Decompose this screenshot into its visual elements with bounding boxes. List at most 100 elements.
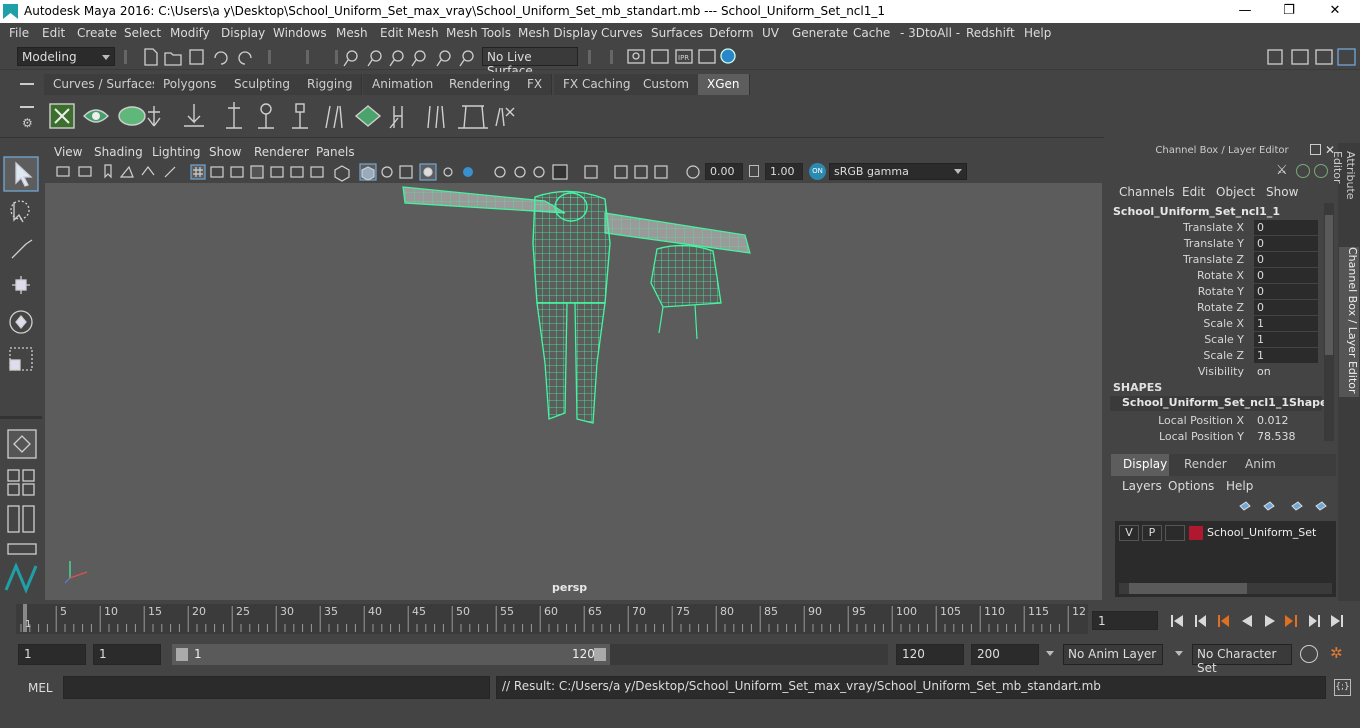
script-language-label[interactable]: MEL xyxy=(28,681,53,695)
show-menu[interactable]: Show xyxy=(1266,185,1298,199)
menu-display[interactable]: Display xyxy=(221,26,265,40)
minimize-button[interactable]: — xyxy=(1230,2,1260,20)
channel-row[interactable]: Translate Z 0 xyxy=(1106,252,1322,268)
layer-playback-toggle[interactable]: P xyxy=(1142,525,1162,541)
command-input[interactable] xyxy=(63,676,490,699)
channel-value[interactable]: 1 xyxy=(1254,348,1318,363)
layer-color-swatch[interactable] xyxy=(1189,526,1203,540)
script-editor-icon[interactable]: {;} xyxy=(1334,679,1351,696)
channel-box-tools-icon[interactable]: ⚔ xyxy=(1276,163,1288,178)
menu-edit[interactable]: Edit xyxy=(42,26,65,40)
tab-polygons[interactable]: Polygons xyxy=(154,74,227,95)
tab-channel-box[interactable]: Channel Box / Layer Editor xyxy=(1339,247,1359,397)
menu-file[interactable]: File xyxy=(9,26,29,40)
shelf-menu-icon[interactable] xyxy=(20,77,34,91)
shape-channel-row[interactable]: Local Position Y 78.538 xyxy=(1106,429,1322,445)
menu-mesh[interactable]: Mesh xyxy=(336,26,368,40)
scene-start-field[interactable]: 1 xyxy=(18,644,86,665)
tab-display[interactable]: Display xyxy=(1111,454,1169,476)
menu-windows[interactable]: Windows xyxy=(273,26,327,40)
channel-value[interactable]: 0.012 xyxy=(1254,413,1318,428)
tab-animation[interactable]: Animation xyxy=(363,74,444,95)
menu-create[interactable]: Create xyxy=(77,26,117,40)
viewport-menu-shading[interactable]: Shading xyxy=(94,145,143,159)
channel-row[interactable]: Scale Y 1 xyxy=(1106,332,1322,348)
float-panel-icon[interactable] xyxy=(1310,144,1321,155)
perspective-viewport[interactable]: persp xyxy=(45,183,1102,600)
menu-deform[interactable]: Deform xyxy=(709,26,754,40)
time-slider[interactable]: 5 10 15 20 25 30 35 40 45 50 55 60 65 70 75 80 85 90 95 100… xyxy=(0,604,1360,636)
channel-value[interactable]: 78.538 xyxy=(1254,429,1318,444)
manipulator-icon[interactable] xyxy=(1296,164,1310,178)
time-slider-track[interactable]: 5 10 15 20 25 30 35 40 45 50 55 60 65 70 75 80 85 90 95 100… xyxy=(16,604,1088,634)
channel-value[interactable]: 1 xyxy=(1254,332,1318,347)
menu-redshift[interactable]: Redshift xyxy=(966,26,1015,40)
anim-layer-dropdown[interactable]: No Anim Layer xyxy=(1063,644,1163,665)
channel-row[interactable]: Scale Z 1 xyxy=(1106,348,1322,364)
object-menu[interactable]: Object xyxy=(1216,185,1255,199)
gamma-icon[interactable] xyxy=(749,165,759,177)
menu-3dtoall[interactable]: - 3DtoAll - xyxy=(900,26,960,40)
menu-curves[interactable]: Curves xyxy=(601,26,643,40)
maximize-button[interactable]: ❐ xyxy=(1274,2,1304,20)
shelf-collapse-icon[interactable] xyxy=(20,100,34,114)
menu-mesh-display[interactable]: Mesh Display xyxy=(518,26,598,40)
menu-select[interactable]: Select xyxy=(124,26,161,40)
layer-visibility-toggle[interactable]: V xyxy=(1119,525,1139,541)
tab-fx[interactable]: FX xyxy=(518,74,553,95)
range-end-handle[interactable] xyxy=(594,648,606,661)
range-slider-track[interactable] xyxy=(610,644,888,665)
auto-key-icon[interactable] xyxy=(1300,645,1318,663)
menu-generate[interactable]: Generate xyxy=(792,26,848,40)
tab-xgen[interactable]: XGen xyxy=(698,74,750,95)
uniform-model[interactable] xyxy=(402,186,751,424)
help-menu[interactable]: Help xyxy=(1226,479,1253,493)
chevron-down-icon[interactable] xyxy=(1046,651,1054,656)
channel-row[interactable]: Rotate Z 0 xyxy=(1106,300,1322,316)
viewport-menu-lighting[interactable]: Lighting xyxy=(152,145,201,159)
current-frame-field[interactable]: 1 xyxy=(1092,611,1158,630)
scene-end-field[interactable]: 200 xyxy=(971,644,1039,665)
viewport-menu-view[interactable]: View xyxy=(54,145,82,159)
channel-row[interactable]: Rotate X 0 xyxy=(1106,268,1322,284)
menu-mesh-tools[interactable]: Mesh Tools xyxy=(446,26,511,40)
menu-surfaces[interactable]: Surfaces xyxy=(651,26,703,40)
menu-help[interactable]: Help xyxy=(1024,26,1051,40)
range-slider[interactable]: 1 120 xyxy=(172,644,610,665)
tab-rigging[interactable]: Rigging xyxy=(298,74,363,95)
options-menu[interactable]: Options xyxy=(1168,479,1214,493)
channel-value[interactable]: 0 xyxy=(1254,300,1318,315)
channel-value[interactable]: 0 xyxy=(1254,236,1318,251)
exposure-field[interactable]: 0.00 xyxy=(705,163,743,180)
tab-fx-caching[interactable]: FX Caching xyxy=(554,74,641,95)
tab-attribute-editor[interactable]: Attribute Editor xyxy=(1331,151,1357,231)
animation-preferences-icon[interactable]: ✲ xyxy=(1330,644,1343,662)
playback-end-field[interactable]: 120 xyxy=(896,644,964,665)
menu-edit-mesh[interactable]: Edit Mesh xyxy=(380,26,439,40)
tab-rendering[interactable]: Rendering xyxy=(440,74,521,95)
viewport-menu-renderer[interactable]: Renderer xyxy=(254,145,309,159)
tab-curves-surfaces[interactable]: Curves / Surfaces xyxy=(44,74,169,95)
channel-row[interactable]: Translate X 0 xyxy=(1106,220,1322,236)
channel-row[interactable]: Rotate Y 0 xyxy=(1106,284,1322,300)
channel-box-scrollbar[interactable] xyxy=(1324,203,1334,441)
viewport-menu-panels[interactable]: Panels xyxy=(316,145,355,159)
menu-uv[interactable]: UV xyxy=(762,26,779,40)
tab-anim[interactable]: Anim xyxy=(1245,457,1276,471)
shape-channel-row[interactable]: Local Position X 0.012 xyxy=(1106,413,1322,429)
layer-name[interactable]: School_Uniform_Set xyxy=(1207,526,1316,539)
tab-custom[interactable]: Custom xyxy=(634,74,699,95)
channel-row[interactable]: Scale X 1 xyxy=(1106,316,1322,332)
channel-value[interactable]: on xyxy=(1254,364,1318,379)
menu-modify[interactable]: Modify xyxy=(170,26,210,40)
chevron-down-icon[interactable] xyxy=(1175,651,1183,656)
gear-icon[interactable]: ⚙ xyxy=(22,116,33,130)
channel-value[interactable]: 0 xyxy=(1254,220,1318,235)
layers-menu[interactable]: Layers xyxy=(1122,479,1162,493)
view-transform-dropdown[interactable]: sRGB gamma xyxy=(829,163,967,180)
channel-value[interactable]: 0 xyxy=(1254,284,1318,299)
edit-menu[interactable]: Edit xyxy=(1182,185,1205,199)
channel-row[interactable]: Visibility on xyxy=(1106,364,1322,380)
color-management-toggle-icon[interactable]: ON xyxy=(809,163,826,180)
layer-display-type[interactable] xyxy=(1165,525,1185,541)
